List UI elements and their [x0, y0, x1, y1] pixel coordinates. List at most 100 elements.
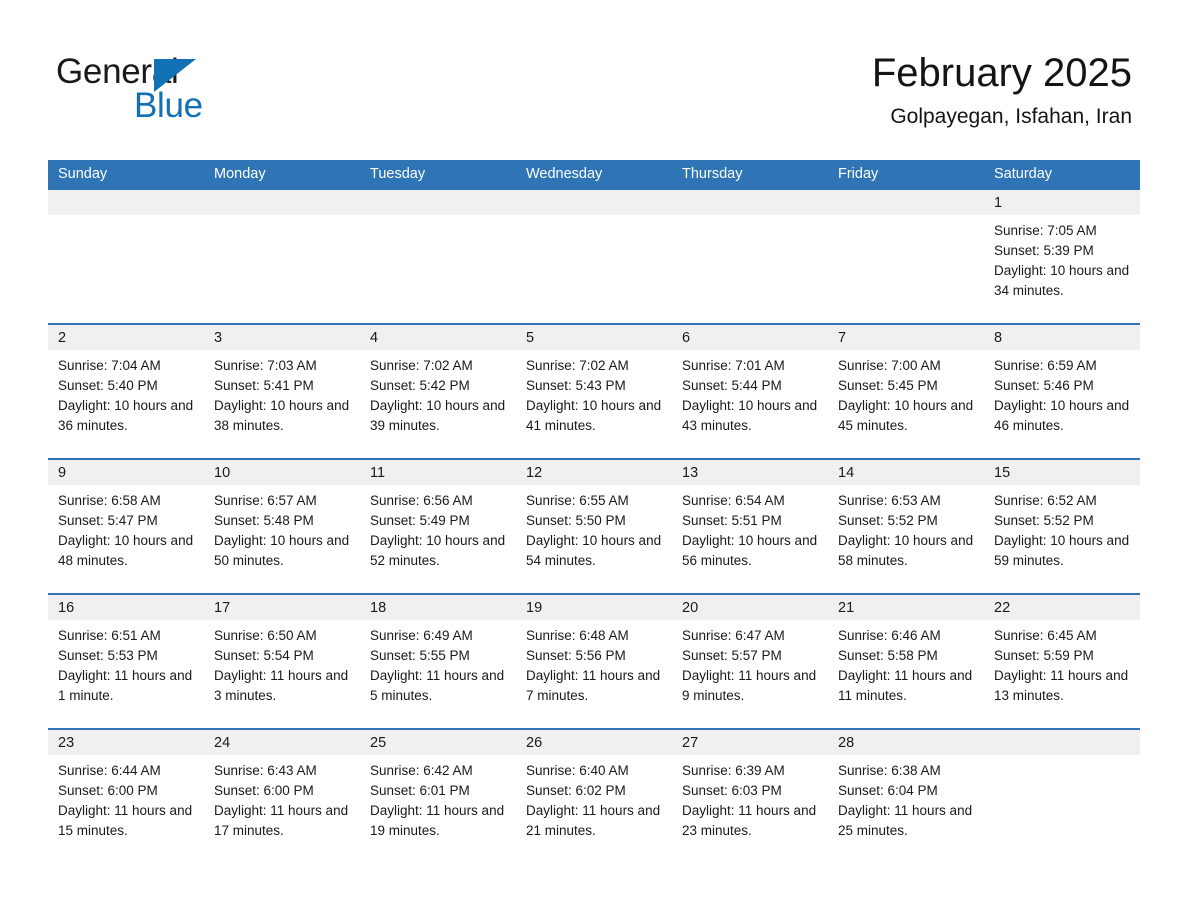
sunrise-text: Sunrise: 6:38 AM	[838, 763, 941, 778]
day-details: Sunrise: 6:56 AM Sunset: 5:49 PM Daylight:…	[360, 485, 516, 571]
day-details: Sunrise: 6:47 AM Sunset: 5:57 PM Daylight:…	[672, 620, 828, 706]
sunrise-text: Sunrise: 7:01 AM	[682, 358, 785, 373]
daylight-text: Daylight: 11 hours and 3 minutes.	[214, 668, 349, 703]
sunrise-text: Sunrise: 6:44 AM	[58, 763, 161, 778]
calendar-day-cell[interactable]: 23 Sunrise: 6:44 AM Sunset: 6:00 PM Dayligh…	[48, 728, 204, 864]
calendar-day-cell[interactable]: 4 Sunrise: 7:02 AM Sunset: 5:42 PM Daylight…	[360, 323, 516, 459]
day-number: 24	[204, 730, 360, 755]
day-number: 27	[672, 730, 828, 755]
calendar-day-cell[interactable]: 3 Sunrise: 7:03 AM Sunset: 5:41 PM Daylight…	[204, 323, 360, 459]
weekday-header-monday: Monday	[204, 160, 360, 189]
sunset-text: Sunset: 5:48 PM	[214, 513, 314, 528]
day-number: 10	[204, 460, 360, 485]
sunrise-text: Sunrise: 6:57 AM	[214, 493, 317, 508]
calendar-day-cell[interactable]: 18 Sunrise: 6:49 AM Sunset: 5:55 PM Dayligh…	[360, 593, 516, 729]
day-number: 7	[828, 325, 984, 350]
calendar-day-cell[interactable]: 2 Sunrise: 7:04 AM Sunset: 5:40 PM Daylight…	[48, 323, 204, 459]
day-number: 17	[204, 595, 360, 620]
day-number: 23	[48, 730, 204, 755]
calendar-day-cell[interactable]: 15 Sunrise: 6:52 AM Sunset: 5:52 PM Dayligh…	[984, 458, 1140, 594]
calendar-day-cell[interactable]: 11 Sunrise: 6:56 AM Sunset: 5:49 PM Dayligh…	[360, 458, 516, 594]
sunset-text: Sunset: 5:53 PM	[58, 648, 158, 663]
calendar-day-cell[interactable]: 24 Sunrise: 6:43 AM Sunset: 6:00 PM Dayligh…	[204, 728, 360, 864]
sunset-text: Sunset: 5:57 PM	[682, 648, 782, 663]
day-details: Sunrise: 7:03 AM Sunset: 5:41 PM Daylight:…	[204, 350, 360, 436]
calendar-day-cell[interactable]: 12 Sunrise: 6:55 AM Sunset: 5:50 PM Dayligh…	[516, 458, 672, 594]
calendar-day-cell[interactable]: 27 Sunrise: 6:39 AM Sunset: 6:03 PM Dayligh…	[672, 728, 828, 864]
calendar-day-cell[interactable]: 6 Sunrise: 7:01 AM Sunset: 5:44 PM Daylight…	[672, 323, 828, 459]
day-details: Sunrise: 6:38 AM Sunset: 6:04 PM Daylight:…	[828, 755, 984, 841]
day-number: 25	[360, 730, 516, 755]
calendar-day-cell-empty	[984, 728, 1140, 864]
sunset-text: Sunset: 6:00 PM	[58, 783, 158, 798]
calendar-day-cell[interactable]: 22 Sunrise: 6:45 AM Sunset: 5:59 PM Dayligh…	[984, 593, 1140, 729]
calendar-day-cell-empty	[204, 188, 360, 324]
sunset-text: Sunset: 5:43 PM	[526, 378, 626, 393]
weekday-header-tuesday: Tuesday	[360, 160, 516, 189]
calendar-day-cell[interactable]: 5 Sunrise: 7:02 AM Sunset: 5:43 PM Daylight…	[516, 323, 672, 459]
sunrise-text: Sunrise: 7:03 AM	[214, 358, 317, 373]
calendar-day-cell[interactable]: 16 Sunrise: 6:51 AM Sunset: 5:53 PM Dayligh…	[48, 593, 204, 729]
sunrise-text: Sunrise: 6:47 AM	[682, 628, 785, 643]
sunset-text: Sunset: 5:52 PM	[994, 513, 1094, 528]
page-title: February 2025	[871, 51, 1132, 95]
day-number: 14	[828, 460, 984, 485]
day-number: 6	[672, 325, 828, 350]
calendar-day-cell[interactable]: 28 Sunrise: 6:38 AM Sunset: 6:04 PM Dayligh…	[828, 728, 984, 864]
day-number: 2	[48, 325, 204, 350]
daylight-text: Daylight: 11 hours and 13 minutes.	[994, 668, 1129, 703]
calendar-day-cell[interactable]: 10 Sunrise: 6:57 AM Sunset: 5:48 PM Dayligh…	[204, 458, 360, 594]
day-number: 20	[672, 595, 828, 620]
sunrise-text: Sunrise: 7:00 AM	[838, 358, 941, 373]
sunset-text: Sunset: 5:46 PM	[994, 378, 1094, 393]
daylight-text: Daylight: 10 hours and 36 minutes.	[58, 398, 194, 433]
calendar-day-cell[interactable]: 17 Sunrise: 6:50 AM Sunset: 5:54 PM Dayligh…	[204, 593, 360, 729]
calendar-day-cell[interactable]: 26 Sunrise: 6:40 AM Sunset: 6:02 PM Dayligh…	[516, 728, 672, 864]
daylight-text: Daylight: 11 hours and 19 minutes.	[370, 803, 505, 838]
day-number	[984, 730, 1140, 755]
day-details: Sunrise: 6:51 AM Sunset: 5:53 PM Daylight:…	[48, 620, 204, 706]
day-details: Sunrise: 6:54 AM Sunset: 5:51 PM Daylight:…	[672, 485, 828, 571]
daylight-text: Daylight: 10 hours and 45 minutes.	[838, 398, 974, 433]
sunset-text: Sunset: 6:02 PM	[526, 783, 626, 798]
calendar-day-cell[interactable]: 9 Sunrise: 6:58 AM Sunset: 5:47 PM Daylight…	[48, 458, 204, 594]
day-details: Sunrise: 6:44 AM Sunset: 6:00 PM Daylight:…	[48, 755, 204, 841]
calendar-day-cell-empty	[828, 188, 984, 324]
day-details: Sunrise: 6:53 AM Sunset: 5:52 PM Daylight:…	[828, 485, 984, 571]
sunrise-text: Sunrise: 6:59 AM	[994, 358, 1097, 373]
daylight-text: Daylight: 10 hours and 34 minutes.	[994, 263, 1130, 298]
calendar-day-cell[interactable]: 1 Sunrise: 7:05 AM Sunset: 5:39 PM Daylight…	[984, 188, 1140, 324]
day-details: Sunrise: 7:02 AM Sunset: 5:42 PM Daylight:…	[360, 350, 516, 436]
weekday-header-saturday: Saturday	[984, 160, 1140, 189]
daylight-text: Daylight: 11 hours and 25 minutes.	[838, 803, 973, 838]
calendar-day-cell[interactable]: 20 Sunrise: 6:47 AM Sunset: 5:57 PM Dayligh…	[672, 593, 828, 729]
calendar-page: General Blue February 2025 Golpayegan, I…	[0, 0, 1188, 918]
day-details: Sunrise: 6:45 AM Sunset: 5:59 PM Daylight:…	[984, 620, 1140, 706]
daylight-text: Daylight: 11 hours and 1 minute.	[58, 668, 193, 703]
sunset-text: Sunset: 5:55 PM	[370, 648, 470, 663]
daylight-text: Daylight: 10 hours and 54 minutes.	[526, 533, 662, 568]
sunrise-text: Sunrise: 6:52 AM	[994, 493, 1097, 508]
daylight-text: Daylight: 11 hours and 9 minutes.	[682, 668, 817, 703]
sunrise-text: Sunrise: 6:42 AM	[370, 763, 473, 778]
daylight-text: Daylight: 10 hours and 56 minutes.	[682, 533, 818, 568]
day-number	[828, 190, 984, 215]
day-number: 21	[828, 595, 984, 620]
calendar-day-cell[interactable]: 7 Sunrise: 7:00 AM Sunset: 5:45 PM Daylight…	[828, 323, 984, 459]
calendar-day-cell[interactable]: 14 Sunrise: 6:53 AM Sunset: 5:52 PM Dayligh…	[828, 458, 984, 594]
daylight-text: Daylight: 10 hours and 52 minutes.	[370, 533, 506, 568]
page-subtitle: Golpayegan, Isfahan, Iran	[890, 105, 1132, 128]
day-details: Sunrise: 6:48 AM Sunset: 5:56 PM Daylight:…	[516, 620, 672, 706]
calendar-day-cell[interactable]: 13 Sunrise: 6:54 AM Sunset: 5:51 PM Dayligh…	[672, 458, 828, 594]
day-number: 16	[48, 595, 204, 620]
calendar-day-cell[interactable]: 8 Sunrise: 6:59 AM Sunset: 5:46 PM Daylight…	[984, 323, 1140, 459]
calendar-day-cell-empty	[672, 188, 828, 324]
daylight-text: Daylight: 10 hours and 38 minutes.	[214, 398, 350, 433]
calendar-day-cell[interactable]: 19 Sunrise: 6:48 AM Sunset: 5:56 PM Dayligh…	[516, 593, 672, 729]
sunset-text: Sunset: 5:56 PM	[526, 648, 626, 663]
sunrise-text: Sunrise: 6:58 AM	[58, 493, 161, 508]
calendar-day-cell[interactable]: 21 Sunrise: 6:46 AM Sunset: 5:58 PM Dayligh…	[828, 593, 984, 729]
daylight-text: Daylight: 10 hours and 41 minutes.	[526, 398, 662, 433]
daylight-text: Daylight: 11 hours and 11 minutes.	[838, 668, 973, 703]
calendar-day-cell[interactable]: 25 Sunrise: 6:42 AM Sunset: 6:01 PM Dayligh…	[360, 728, 516, 864]
